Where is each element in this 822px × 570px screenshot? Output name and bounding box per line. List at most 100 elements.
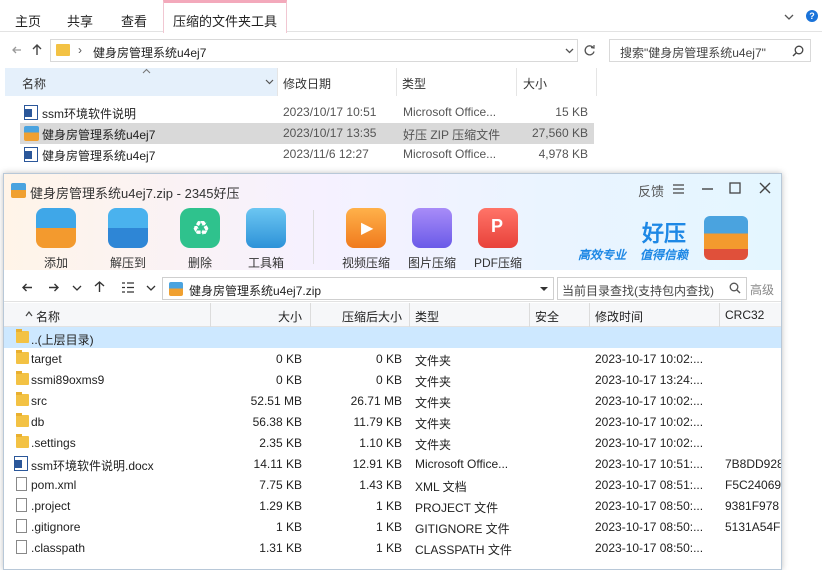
column-header-packed-size[interactable]: 压缩后大小 (316, 308, 402, 325)
row-type: XML 文档 (415, 480, 467, 494)
address-dropdown-icon[interactable] (565, 48, 574, 54)
header-divider[interactable] (396, 68, 397, 96)
back-arrow-icon[interactable] (12, 46, 22, 54)
file-row-selected[interactable]: 健身房管理系统u4ej7 2023/10/17 13:35 好压 ZIP 压缩文… (20, 123, 594, 144)
toolbar-image-compress-button[interactable]: 图片压缩 (400, 208, 464, 271)
ribbon-tab-view[interactable]: 查看 (121, 11, 147, 30)
path-dropdown-icon[interactable] (539, 286, 549, 292)
row-type: PROJECT 文件 (415, 501, 499, 515)
row-name: target (31, 352, 62, 366)
folder-icon (16, 371, 29, 385)
row-packed-size: 1 KB (375, 541, 402, 555)
word-doc-icon (24, 105, 38, 120)
zip-archive-icon (169, 282, 183, 296)
view-mode-icon[interactable] (122, 282, 134, 293)
header-divider[interactable] (409, 303, 410, 327)
header-divider[interactable] (516, 68, 517, 96)
address-current-folder[interactable]: 健身房管理系统u4ej7 (93, 44, 206, 61)
toolbar-pdf-compress-button[interactable]: P PDF压缩 (466, 208, 530, 271)
back-arrow-icon[interactable] (22, 283, 33, 292)
header-divider[interactable] (719, 303, 720, 327)
column-header-type[interactable]: 类型 (402, 75, 426, 92)
header-divider[interactable] (589, 303, 590, 327)
toolbar-toolbox-button[interactable]: 工具箱 (234, 208, 298, 271)
row-type: 文件夹 (415, 354, 452, 368)
archive-row[interactable]: .project 1.29 KB 1 KB PROJECT 文件 2023-10… (4, 495, 781, 516)
toolbar-add-button[interactable]: 添加 (24, 208, 88, 271)
file-name: 健身房管理系统u4ej7 (42, 128, 156, 142)
feedback-link[interactable]: 反馈 (638, 181, 664, 200)
parent-directory-row[interactable]: ..(上层目录) (4, 327, 781, 348)
advanced-search-link[interactable]: 高级 (750, 281, 774, 298)
up-arrow-icon[interactable] (32, 44, 42, 56)
column-header-crc32[interactable]: CRC32 (725, 308, 764, 322)
ribbon-tab-home[interactable]: 主页 (15, 11, 41, 30)
toolbar-label: PDF压缩 (473, 256, 522, 270)
file-type: 好压 ZIP 压缩文件 (403, 128, 501, 142)
row-type: 文件夹 (415, 396, 452, 410)
archive-row[interactable]: .classpath 1.31 KB 1 KB CLASSPATH 文件 202… (4, 537, 781, 558)
column-header-name[interactable]: 名称 (22, 75, 46, 92)
toolbar-extract-button[interactable]: 解压到 (96, 208, 160, 271)
forward-arrow-icon[interactable] (48, 283, 59, 292)
path-separator: › (78, 43, 82, 57)
row-packed-size: 12.91 KB (352, 457, 402, 471)
address-field[interactable]: › 健身房管理系统u4ej7 (50, 39, 578, 62)
help-icon[interactable]: ? (806, 10, 818, 22)
haozip-brand: 好压 高效专业 值得信赖 (574, 214, 774, 264)
column-header-size[interactable]: 大小 (523, 75, 547, 92)
file-date: 2023/10/17 10:51 (283, 105, 377, 119)
row-crc32: 9381F978 (725, 499, 780, 513)
extract-to-icon (108, 208, 148, 248)
column-header-modified[interactable]: 修改时间 (595, 308, 643, 325)
haozip-app-icon (11, 183, 26, 198)
explorer-address-bar: › 健身房管理系统u4ej7 搜索"健身房管理系统u4ej7" (0, 36, 822, 66)
chevron-down-icon[interactable] (784, 14, 794, 21)
row-name: pom.xml (31, 478, 77, 492)
ribbon-tab-compressed-tools[interactable]: 压缩的文件夹工具 (163, 0, 287, 33)
search-icon[interactable] (792, 45, 804, 57)
file-row[interactable]: 健身房管理系统u4ej7 2023/11/6 12:27 Microsoft O… (20, 144, 594, 165)
row-type: GITIGNORE 文件 (415, 522, 510, 536)
up-arrow-icon[interactable] (94, 281, 105, 293)
archive-row[interactable]: db 56.38 KB 11.79 KB 文件夹 2023-10-17 10:0… (4, 411, 781, 432)
toolbar-delete-button[interactable]: ♻ 删除 (168, 208, 232, 271)
refresh-icon[interactable] (583, 44, 596, 57)
column-header-size[interactable]: 大小 (216, 308, 302, 325)
toolbar-video-compress-button[interactable]: ▶ 视频压缩 (334, 208, 398, 271)
archive-row[interactable]: ssmi89oxms9 0 KB 0 KB 文件夹 2023-10-17 13:… (4, 369, 781, 390)
archive-path-field[interactable]: 健身房管理系统u4ej7.zip (162, 277, 554, 300)
archive-row[interactable]: pom.xml 7.75 KB 1.43 KB XML 文档 2023-10-1… (4, 474, 781, 495)
header-divider[interactable] (277, 68, 278, 96)
header-divider[interactable] (210, 303, 211, 327)
explorer-search-input[interactable]: 搜索"健身房管理系统u4ej7" (609, 39, 811, 62)
header-divider[interactable] (310, 303, 311, 327)
menu-icon[interactable] (673, 184, 684, 194)
folder-icon (16, 392, 29, 406)
maximize-icon[interactable] (729, 182, 741, 194)
archive-search-input[interactable]: 当前目录查找(支持包内查找) (557, 277, 747, 300)
archive-row[interactable]: src 52.51 MB 26.71 MB 文件夹 2023-10-17 10:… (4, 390, 781, 411)
search-icon[interactable] (729, 282, 741, 294)
row-type: 文件夹 (415, 438, 452, 452)
archive-row[interactable]: .gitignore 1 KB 1 KB GITIGNORE 文件 2023-1… (4, 516, 781, 537)
minimize-icon[interactable] (702, 188, 713, 190)
column-header-name[interactable]: 名称 (36, 308, 60, 325)
header-divider[interactable] (596, 68, 597, 96)
header-divider[interactable] (529, 303, 530, 327)
column-header-type[interactable]: 类型 (415, 308, 439, 325)
row-modified: 2023-10-17 08:50:... (595, 499, 704, 513)
column-filter-chevron-icon[interactable] (265, 79, 274, 85)
history-dropdown-icon[interactable] (72, 285, 82, 291)
row-size: 1 KB (275, 520, 302, 534)
archive-row[interactable]: target 0 KB 0 KB 文件夹 2023-10-17 10:02:..… (4, 348, 781, 369)
ribbon-tab-share[interactable]: 共享 (67, 11, 93, 30)
file-row[interactable]: ssm环境软件说明 2023/10/17 10:51 Microsoft Off… (20, 102, 594, 123)
column-header-date[interactable]: 修改日期 (283, 75, 331, 92)
archive-row[interactable]: ssm环境软件说明.docx 14.11 KB 12.91 KB Microso… (4, 453, 781, 474)
view-dropdown-icon[interactable] (146, 285, 156, 291)
column-header-security[interactable]: 安全 (535, 308, 559, 325)
close-icon[interactable] (759, 182, 771, 194)
toolbar-label: 删除 (187, 256, 212, 270)
archive-row[interactable]: .settings 2.35 KB 1.10 KB 文件夹 2023-10-17… (4, 432, 781, 453)
